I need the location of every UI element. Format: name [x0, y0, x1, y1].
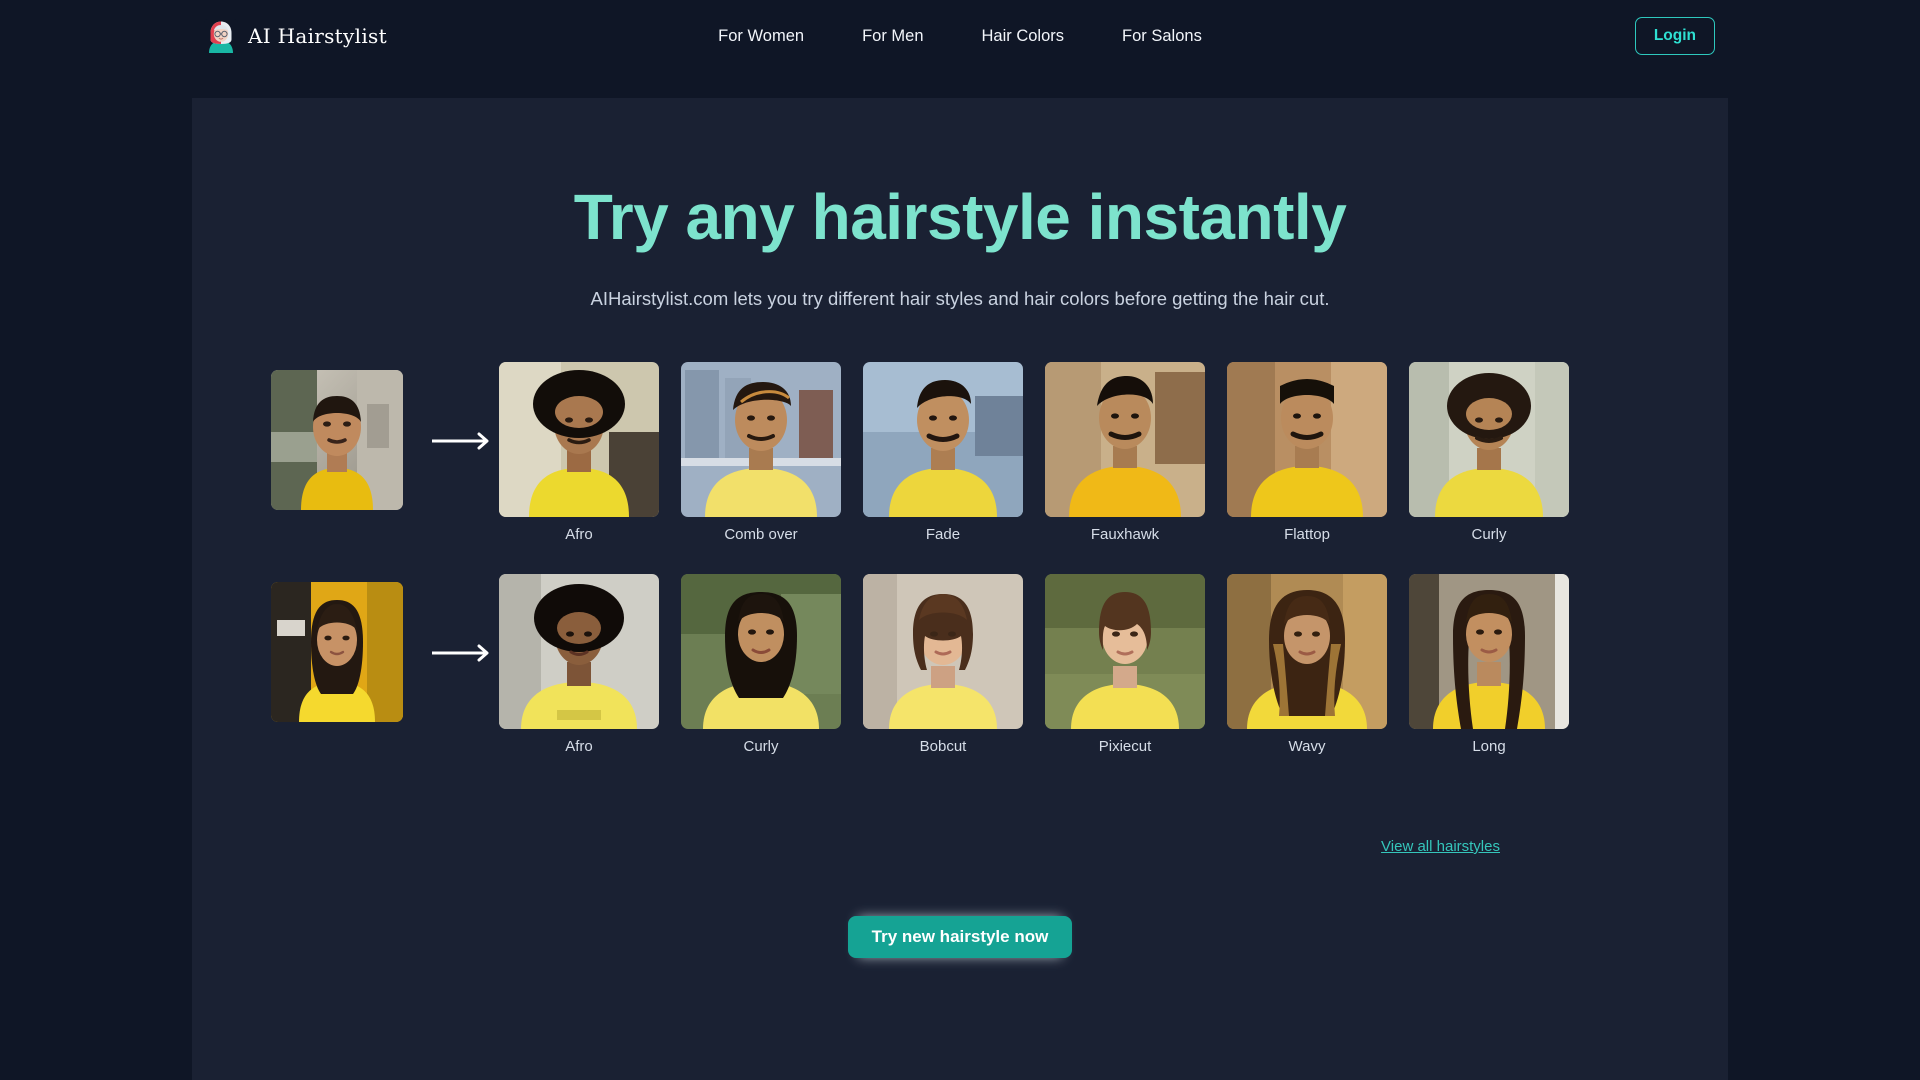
- view-all-hairstyles-link[interactable]: View all hairstyles: [1381, 838, 1500, 855]
- hairstyle-card[interactable]: Flattop: [1227, 362, 1387, 543]
- hairstyle-label: Comb over: [724, 526, 798, 543]
- hairstyle-label: Curly: [1471, 526, 1507, 543]
- hairstyle-preview-image: [499, 574, 659, 729]
- try-new-hairstyle-button[interactable]: Try new hairstyle now: [847, 916, 1073, 958]
- hairstyle-card[interactable]: Comb over: [681, 362, 841, 543]
- hairstyle-label: Wavy: [1288, 738, 1326, 755]
- source-photo-women[interactable]: [271, 582, 403, 722]
- hairstyle-preview-image: [1409, 362, 1569, 517]
- hairstyle-preview-image: [1227, 362, 1387, 517]
- nav-item-for-salons[interactable]: For Salons: [1122, 27, 1202, 46]
- hairstyle-preview-image: [499, 362, 659, 517]
- hairstyle-label: Long: [1472, 738, 1506, 755]
- hairstyle-preview-image: [1227, 574, 1387, 729]
- page-subtitle: AIHairstylist.com lets you try different…: [590, 288, 1330, 309]
- hairstyle-card[interactable]: Wavy: [1227, 574, 1387, 755]
- login-button[interactable]: Login: [1634, 17, 1715, 55]
- hairstyle-row-women: Afro Curly Bobcut Pixiecut Wavy Long: [192, 574, 1728, 794]
- hairstyle-card[interactable]: Curly: [681, 574, 841, 755]
- arrow-right-icon: [432, 432, 494, 450]
- hairstyle-label: Fauxhawk: [1090, 526, 1160, 543]
- hairstyle-preview-image: [681, 362, 841, 517]
- cta-container: Try new hairstyle now: [192, 916, 1728, 958]
- hairstyle-card[interactable]: Curly: [1409, 362, 1569, 543]
- hairstyle-preview-image: [681, 574, 841, 729]
- hairstyle-card[interactable]: Pixiecut: [1045, 574, 1205, 755]
- hairstyle-card[interactable]: Fade: [863, 362, 1023, 543]
- hairstyle-preview-image: [1409, 574, 1569, 729]
- hairstyle-label: Afro: [565, 526, 593, 543]
- hairstyle-label: Curly: [743, 738, 779, 755]
- hairstyle-preview-image: [863, 362, 1023, 517]
- hero-panel: Try any hairstyle instantly AIHairstylis…: [192, 98, 1728, 1080]
- source-photo-men[interactable]: [271, 370, 403, 510]
- hairstyle-card[interactable]: Long: [1409, 574, 1569, 755]
- hairstyle-preview-image: [1045, 362, 1205, 517]
- hairstyle-cards-men: Afro Comb over Fade Fauxhawk Flattop Cur…: [499, 362, 1569, 543]
- hairstyle-label: Afro: [565, 738, 593, 755]
- hairstyle-label: Pixiecut: [1098, 738, 1152, 755]
- nav-item-for-women[interactable]: For Women: [718, 27, 804, 46]
- hairstyle-preview-image: [863, 574, 1023, 729]
- page-title: Try any hairstyle instantly: [573, 181, 1347, 253]
- site-header: AI Hairstylist For Women For Men Hair Co…: [0, 0, 1920, 72]
- hairstyle-card[interactable]: Fauxhawk: [1045, 362, 1205, 543]
- hairstyle-preview-image: [1045, 574, 1205, 729]
- hairstyle-card[interactable]: Bobcut: [863, 574, 1023, 755]
- hairstyle-card[interactable]: Afro: [499, 574, 659, 755]
- hairstyle-cards-women: Afro Curly Bobcut Pixiecut Wavy Long: [499, 574, 1569, 755]
- hairstyle-card[interactable]: Afro: [499, 362, 659, 543]
- nav-item-hair-colors[interactable]: Hair Colors: [982, 27, 1065, 46]
- hairstyle-label: Flattop: [1284, 526, 1330, 543]
- hairstyle-label: Bobcut: [919, 738, 967, 755]
- hairstyle-rows: Afro Comb over Fade Fauxhawk Flattop Cur…: [192, 362, 1728, 794]
- main-navigation: For Women For Men Hair Colors For Salons: [0, 27, 1920, 46]
- nav-item-for-men[interactable]: For Men: [862, 27, 923, 46]
- arrow-right-icon: [432, 644, 494, 662]
- hairstyle-label: Fade: [925, 526, 961, 543]
- hairstyle-row-men: Afro Comb over Fade Fauxhawk Flattop Cur…: [192, 362, 1728, 582]
